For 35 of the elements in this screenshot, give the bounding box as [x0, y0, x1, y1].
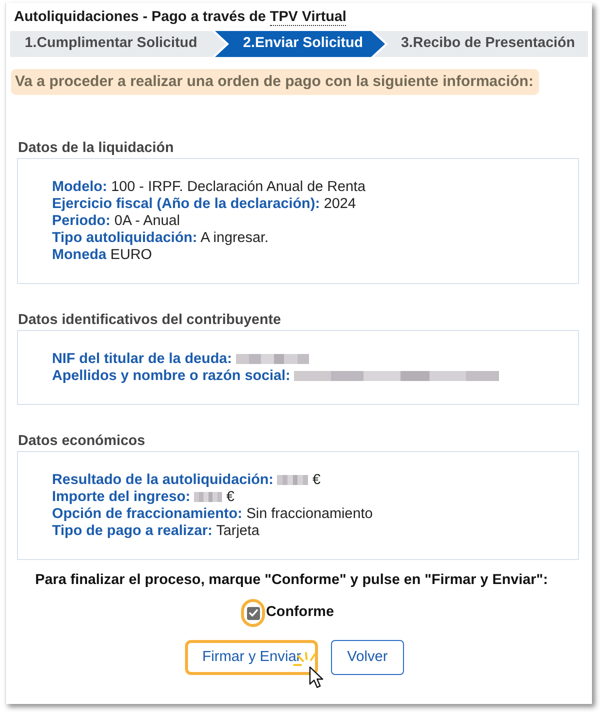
wizard-step: 3.Recibo de Presentación	[388, 31, 588, 57]
field-value: Sin fraccionamiento	[246, 506, 373, 522]
field-value: A ingresar.	[200, 230, 268, 246]
info-notice: Va a proceder a realizar una orden de pago con la siguiente información:	[11, 69, 540, 95]
field-label: Apellidos y nombre o razón social:	[52, 368, 290, 384]
field-label: Importe del ingreso:	[52, 489, 190, 505]
field-label: Resultado de la autoliquidación:	[52, 472, 274, 488]
checkbox[interactable]	[246, 606, 260, 620]
field-value: EURO	[110, 247, 152, 263]
section-heading: Datos económicos	[17, 433, 146, 450]
field-label: Tipo de pago a realizar:	[52, 523, 212, 539]
field-value: 100 - IRPF. Declaración Anual de Renta	[111, 179, 366, 195]
field-label: Modelo:	[52, 179, 108, 195]
abbreviation-term: TPV Virtual	[270, 9, 346, 26]
field-label: NIF del titular de la deuda:	[52, 351, 232, 367]
field-label: Tipo autoliquidación:	[52, 230, 198, 246]
field-label: Opción de fraccionamiento:	[52, 506, 242, 522]
currency-symbol: €	[312, 472, 320, 488]
action-button[interactable]: Firmar y Enviar	[185, 640, 318, 675]
currency-symbol: €	[226, 489, 234, 505]
field-value: Tarjeta	[216, 523, 260, 539]
action-button[interactable]: Volver	[331, 640, 404, 675]
field-value: 2024	[324, 196, 356, 212]
instruction-text: Para finalizar el proceso, marque "Conforme" y pulse en "Firmar y Enviar":	[35, 572, 548, 589]
section-heading: Datos de la liquidación	[17, 140, 175, 157]
field-label: Ejercicio fiscal (Año de la declaración):	[52, 196, 320, 212]
wizard-step: 1.Cumplimentar Solicitud	[10, 31, 212, 57]
field-label: Moneda	[52, 247, 106, 263]
field-value: 0A - Anual	[114, 213, 180, 229]
field-label: Periodo:	[52, 213, 110, 229]
checkmark-icon	[248, 609, 258, 617]
section-heading: Datos identificativos del contribuyente	[17, 312, 282, 329]
checkbox-label[interactable]: Conforme	[266, 602, 334, 624]
page-title: Autoliquidaciones - Pago a través de TPV Virtual	[14, 8, 346, 27]
mouse-pointer-icon	[307, 666, 326, 689]
